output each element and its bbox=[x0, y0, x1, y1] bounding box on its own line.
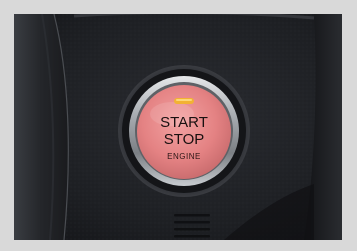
button-label-stop: STOP bbox=[164, 131, 205, 148]
photo-frame: START STOP ENGINE bbox=[0, 0, 357, 251]
button-label-engine: ENGINE bbox=[167, 152, 201, 161]
car-dashboard-photo: START STOP ENGINE bbox=[14, 14, 342, 240]
button-label-start: START bbox=[160, 114, 208, 131]
steering-column bbox=[14, 14, 69, 240]
